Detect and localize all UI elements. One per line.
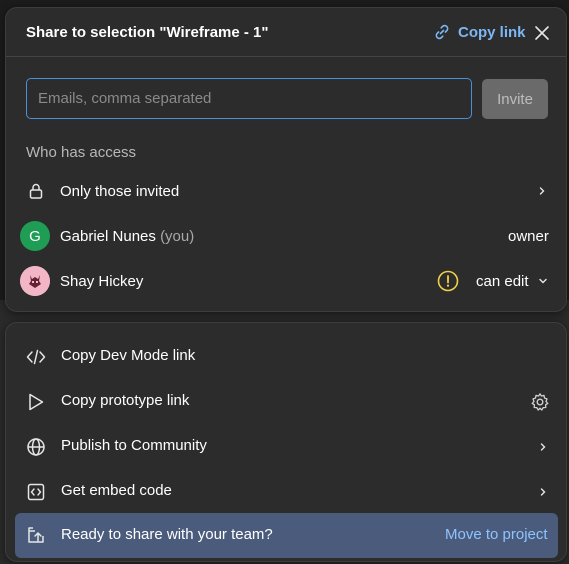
code-icon (26, 347, 46, 367)
access-level-row[interactable]: Only those invited (6, 170, 566, 212)
share-dialog: Share to selection "Wireframe - 1" Copy … (5, 7, 567, 312)
person-name: Shay Hickey (60, 272, 144, 290)
embed-icon (26, 482, 46, 502)
globe-icon (26, 437, 46, 457)
chevron-right-icon (539, 187, 545, 195)
person-suffix: (you) (160, 227, 195, 245)
section-label: Who has access (26, 144, 137, 161)
link-icon (435, 24, 449, 40)
avatar (20, 266, 50, 296)
chevron-right-icon (540, 488, 546, 496)
menu-item-label: Publish to Community (61, 437, 207, 454)
dialog-header: Share to selection "Wireframe - 1" Copy … (6, 8, 566, 57)
move-to-project-link[interactable]: Move to project (445, 526, 548, 543)
access-level-label: Only those invited (60, 182, 180, 200)
gear-icon[interactable] (530, 392, 550, 412)
play-icon (26, 392, 46, 412)
chevron-right-icon (540, 443, 546, 451)
warning-icon[interactable] (437, 270, 459, 292)
menu-item-prototype-link[interactable]: Copy prototype link (6, 380, 566, 424)
menu-item-label: Get embed code (61, 482, 172, 499)
move-to-project-banner[interactable]: Ready to share with your team? Move to p… (15, 513, 558, 558)
copy-link-label: Copy link (458, 23, 526, 41)
chevron-down-icon[interactable] (537, 275, 549, 287)
invite-button[interactable]: Invite (482, 79, 548, 119)
email-input[interactable] (26, 78, 472, 119)
menu-item-label: Copy prototype link (61, 392, 190, 409)
menu-item-dev-mode-link[interactable]: Copy Dev Mode link (6, 335, 566, 379)
role-dropdown[interactable]: can edit (476, 273, 529, 290)
avatar: G (20, 221, 50, 251)
share-options-menu: Copy Dev Mode link Copy prototype link P… (5, 322, 567, 562)
menu-item-publish-community[interactable]: Publish to Community (6, 425, 566, 469)
copy-link-button[interactable]: Copy link (433, 21, 526, 43)
close-icon[interactable] (532, 23, 552, 43)
menu-item-label: Copy Dev Mode link (61, 347, 196, 364)
person-name-text: Gabriel Nunes (60, 227, 156, 245)
person-name: Gabriel Nunes (you) (60, 228, 194, 245)
lock-icon (26, 181, 46, 201)
share-out-icon (26, 525, 46, 545)
person-row-editor: Shay Hickey can edit (6, 260, 566, 302)
person-row-owner: G Gabriel Nunes (you) owner (6, 215, 566, 257)
banner-label: Ready to share with your team? (61, 526, 273, 543)
role-label: owner (508, 227, 549, 245)
menu-item-embed-code[interactable]: Get embed code (6, 470, 566, 514)
dialog-title: Share to selection "Wireframe - 1" (26, 24, 269, 41)
